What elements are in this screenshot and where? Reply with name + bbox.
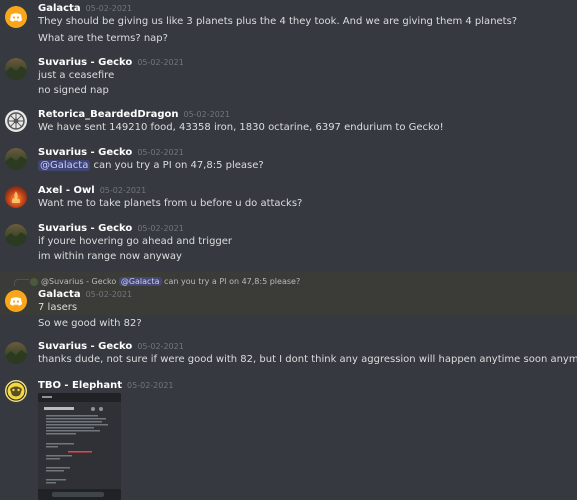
message-text: if youre hovering go ahead and trigger [38, 236, 233, 247]
landscape-avatar-icon [5, 232, 27, 246]
message-header: Suvarius - Gecko 05-02-2021 [38, 147, 184, 158]
avatar[interactable] [5, 380, 27, 402]
message-header: Galacta 05-02-2021 [38, 3, 132, 14]
avatar[interactable] [5, 148, 27, 170]
message-header: Retorica_BeardedDragon 05-02-2021 [38, 109, 230, 120]
author-name[interactable]: Suvarius - Gecko [38, 341, 132, 352]
timestamp: 05-02-2021 [137, 148, 184, 157]
reply-avatar [30, 277, 38, 286]
user-mention[interactable]: @Galacta [38, 160, 91, 171]
author-name[interactable]: TBO - Elephant [38, 380, 122, 391]
avatar[interactable] [5, 110, 27, 132]
message-header: Axel - Owl 05-02-2021 [38, 185, 146, 196]
fire-avatar-icon [11, 191, 21, 203]
author-name[interactable]: Axel - Owl [38, 185, 95, 196]
message-header: TBO - Elephant 05-02-2021 [38, 380, 174, 391]
timestamp: 05-02-2021 [127, 381, 174, 390]
avatar[interactable] [5, 58, 27, 80]
message-text-body: can you try a PI on 47,8:5 please? [93, 160, 264, 171]
avatar[interactable] [5, 6, 27, 28]
message-text: So we good with 82? [38, 318, 142, 329]
message-text: We have sent 149210 food, 43358 iron, 18… [38, 122, 444, 133]
message-header: Galacta 05-02-2021 [38, 289, 132, 300]
author-name[interactable]: Suvarius - Gecko [38, 223, 132, 234]
landscape-avatar-icon [5, 66, 27, 80]
reply-text: can you try a PI on 47,8:5 please? [164, 277, 301, 286]
reply-connector [14, 279, 29, 286]
timestamp: 05-02-2021 [99, 186, 147, 195]
timestamp: 05-02-2021 [137, 58, 184, 67]
message-text: Want me to take planets from u before u … [38, 198, 303, 209]
message-text: just a ceasefire [38, 70, 115, 81]
author-name[interactable]: Suvarius - Gecko [38, 147, 132, 158]
landscape-avatar-icon [5, 156, 27, 170]
author-name[interactable]: Suvarius - Gecko [38, 57, 132, 68]
timestamp: 05-02-2021 [85, 290, 133, 299]
discord-logo-icon [10, 297, 22, 306]
image-attachment[interactable] [38, 393, 121, 500]
message-text: What are the terms? nap? [38, 33, 168, 44]
message-text: 7 lasers [38, 302, 78, 313]
avatar[interactable] [5, 342, 27, 364]
reply-preview[interactable]: @Suvarius - Gecko @Galacta can you try a… [30, 277, 300, 286]
message-header: Suvarius - Gecko 05-02-2021 [38, 223, 184, 234]
landscape-avatar-icon [5, 350, 27, 364]
discord-logo-icon [10, 13, 22, 22]
screenshot-image [38, 393, 121, 500]
avatar[interactable] [5, 186, 27, 208]
avatar[interactable] [5, 290, 27, 312]
message-text: no signed nap [38, 85, 109, 96]
author-name[interactable]: Galacta [38, 3, 81, 14]
author-name[interactable]: Retorica_BeardedDragon [38, 109, 178, 120]
timestamp: 05-02-2021 [137, 342, 184, 351]
author-name[interactable]: Galacta [38, 289, 81, 300]
message-text: They should be giving us like 3 planets … [38, 16, 518, 27]
user-mention[interactable]: @Galacta [118, 277, 162, 286]
timestamp: 05-02-2021 [85, 4, 133, 13]
message-text: im within range now anyway [38, 251, 182, 262]
timestamp: 05-02-2021 [183, 110, 230, 119]
wheel-emblem-icon [7, 112, 25, 130]
message-text: thanks dude, not sure if were good with … [38, 354, 577, 365]
message-text: @Galacta can you try a PI on 47,8:5 plea… [38, 160, 264, 171]
yellow-emblem-icon [6, 381, 26, 401]
message-header: Suvarius - Gecko 05-02-2021 [38, 57, 184, 68]
avatar[interactable] [5, 224, 27, 246]
message-header: Suvarius - Gecko 05-02-2021 [38, 341, 184, 352]
reply-author[interactable]: @Suvarius - Gecko [41, 277, 116, 286]
timestamp: 05-02-2021 [137, 224, 184, 233]
